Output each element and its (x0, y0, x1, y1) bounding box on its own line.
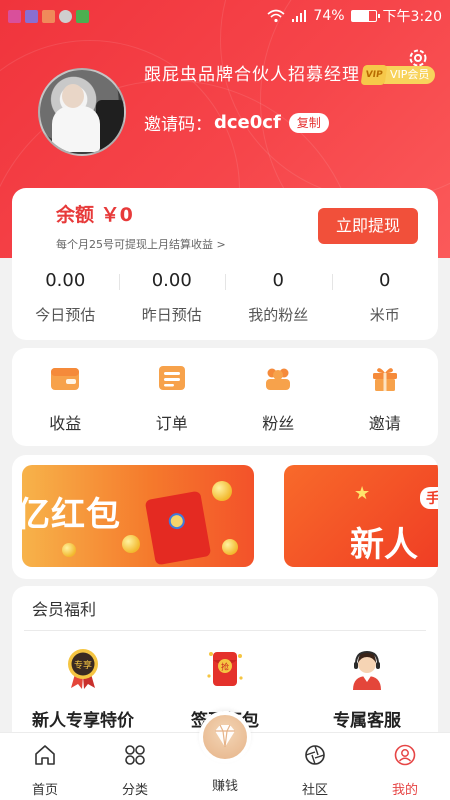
app-notification-icon (25, 9, 38, 23)
menu-label: 收益 (49, 414, 82, 433)
stat-value: 0.00 (45, 270, 86, 291)
stat-label: 我的粉丝 (248, 306, 309, 324)
avatar[interactable] (38, 68, 126, 156)
status-bar: 74% 下午3:20 (0, 0, 450, 32)
battery-icon (350, 10, 380, 22)
balance-amount: 余额 ￥0 (56, 204, 133, 226)
order-icon (158, 366, 185, 390)
nav-tab-home[interactable]: 首页 (0, 733, 90, 800)
section-title: 会员福利 (32, 600, 97, 619)
stat-label: 昨日预估 (141, 306, 202, 324)
nav-tab-earn[interactable]: 赚钱 (180, 711, 270, 800)
vip-badge[interactable]: VIP VIP会员 (360, 64, 436, 86)
red-packet-icon: 抢 (207, 652, 243, 686)
benefit-label: 专属客服 (333, 711, 401, 731)
red-envelope-icon (144, 490, 212, 566)
nav-label: 赚钱 (211, 779, 238, 794)
benefit-newcomer-special[interactable]: 专享 新人专享特价 (12, 646, 154, 731)
menu-item-orders[interactable]: 订单 (119, 348, 226, 446)
customer-service-icon (353, 650, 381, 690)
nav-tab-category[interactable]: 分类 (90, 733, 180, 800)
invite-label: 邀请码： (144, 115, 212, 135)
category-icon (125, 745, 145, 765)
stat-value: 0 (272, 270, 284, 291)
banner-text: 新人 (350, 525, 418, 565)
wallet-icon (51, 368, 80, 390)
red-packet-badge-text: 抢 (221, 662, 229, 672)
stat-today-estimate[interactable]: 0.00 今日预估 (12, 268, 119, 325)
banner-tag: 手 (420, 487, 438, 509)
stat-yesterday-estimate[interactable]: 0.00 昨日预估 (118, 268, 226, 325)
nav-tab-mine[interactable]: 我的 (360, 733, 450, 800)
vip-diamond-icon: VIP (360, 65, 388, 85)
divider (24, 630, 426, 631)
nav-label: 首页 (31, 783, 58, 798)
menu-item-earnings[interactable]: 收益 (12, 348, 119, 446)
wifi-icon (267, 9, 285, 23)
benefit-label: 新人专享特价 (32, 711, 134, 731)
promo-banner-newcomer[interactable]: ★ 手 新人 (284, 465, 438, 567)
app-notification-icon (42, 9, 55, 23)
invite-code: dce0cf (214, 112, 281, 133)
stat-label: 今日预估 (35, 306, 96, 324)
star-icon: ★ (354, 483, 371, 504)
menu-label: 粉丝 (262, 414, 295, 433)
diamond-icon (215, 724, 235, 748)
menu-label: 订单 (155, 414, 188, 433)
medal-icon: 专享 (68, 649, 98, 689)
app-notification-icon (76, 9, 89, 23)
menu-item-invite[interactable]: 邀请 (332, 348, 439, 446)
stat-my-fans[interactable]: 0 我的粉丝 (225, 268, 332, 325)
banner-text: 亿红包 (22, 495, 121, 535)
invite-code-row: 邀请码： dce0cf 复制 (144, 110, 329, 135)
home-icon (35, 745, 55, 765)
notification-icons (8, 9, 89, 23)
menu-label: 邀请 (368, 414, 401, 433)
battery-percent: 74% (313, 8, 345, 24)
camera-aperture-icon (305, 745, 325, 765)
nav-tab-community[interactable]: 社区 (270, 733, 360, 800)
medal-badge-text: 专享 (74, 659, 92, 671)
stat-mi-coins[interactable]: 0 米币 (331, 268, 439, 325)
stat-value: 0.00 (151, 270, 192, 291)
clock: 下午3:20 (382, 9, 442, 25)
user-icon (394, 744, 416, 766)
fans-icon (266, 368, 291, 390)
benefit-customer-service[interactable]: 专属客服 (296, 646, 438, 731)
app-notification-icon (59, 9, 72, 23)
app-notification-icon (8, 9, 21, 23)
withdraw-note-link[interactable]: 每个月25号可提现上月结算收益 > (56, 236, 226, 252)
nav-label: 我的 (391, 783, 418, 798)
promo-banner-red-packet[interactable]: 亿红包 (22, 465, 254, 567)
balance-card: 余额 ￥0 每个月25号可提现上月结算收益 > 立即提现 0.00 今日预估 0… (12, 188, 438, 340)
nav-label: 社区 (301, 783, 328, 798)
stats-row: 0.00 今日预估 0.00 昨日预估 0 我的粉丝 0 米币 (12, 268, 438, 325)
stat-label: 米币 (369, 306, 400, 324)
earn-button[interactable] (199, 711, 251, 763)
promo-banner-carousel: 亿红包 ★ 手 新人 (12, 455, 438, 579)
bottom-nav: 首页 分类 赚钱 社区 我的 (0, 711, 450, 800)
quick-menu: 收益 订单 粉丝 邀请 (12, 348, 438, 446)
menu-item-fans[interactable]: 粉丝 (225, 348, 332, 446)
profile-name: 跟屁虫品牌合伙人招募经理 (144, 65, 360, 85)
gift-icon (372, 368, 397, 391)
nav-label: 分类 (121, 783, 148, 798)
signal-icon (292, 10, 307, 22)
stat-value: 0 (379, 270, 391, 291)
withdraw-button[interactable]: 立即提现 (318, 208, 418, 244)
vip-label: VIP会员 (384, 66, 436, 84)
copy-button[interactable]: 复制 (288, 112, 329, 133)
